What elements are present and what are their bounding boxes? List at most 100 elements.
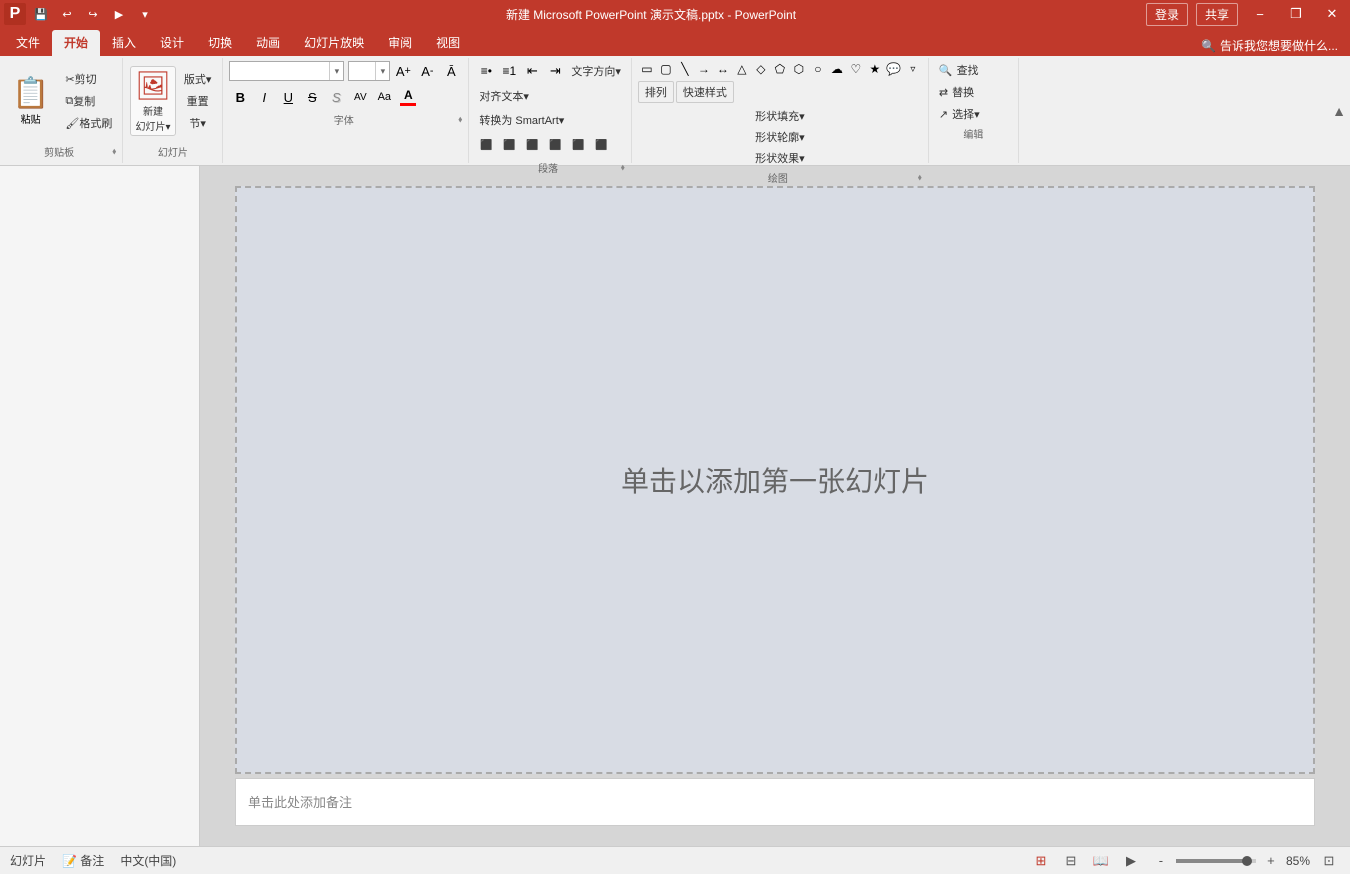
- tab-insert[interactable]: 插入: [100, 30, 148, 56]
- font-size-input[interactable]: [349, 65, 375, 77]
- drawing-expand[interactable]: ⬧: [918, 172, 922, 183]
- find-button[interactable]: 🔍 查找: [935, 60, 983, 80]
- select-button[interactable]: ↗ 选择▾: [935, 104, 984, 124]
- slide-notes-button[interactable]: 📝 备注: [62, 852, 104, 869]
- justify-button[interactable]: ⬛: [544, 134, 566, 156]
- collapse-ribbon-button[interactable]: ▲: [1332, 103, 1346, 119]
- text-shadow-button[interactable]: S: [325, 86, 347, 108]
- rect-shape[interactable]: ▭: [638, 60, 656, 78]
- clipboard-expand[interactable]: ⬧: [112, 146, 116, 157]
- tab-transitions[interactable]: 切换: [196, 30, 244, 56]
- cut-button[interactable]: ✂ 剪切: [61, 69, 100, 89]
- save-quick-btn[interactable]: 💾: [30, 3, 52, 25]
- tab-view[interactable]: 视图: [424, 30, 472, 56]
- zoom-in-button[interactable]: +: [1260, 850, 1282, 872]
- fit-window-button[interactable]: ⊡: [1318, 850, 1340, 872]
- bold-button[interactable]: B: [229, 86, 251, 108]
- underline-button[interactable]: U: [277, 86, 299, 108]
- callout-shape[interactable]: 💬: [885, 60, 903, 78]
- arrange-button[interactable]: 排列: [638, 81, 674, 103]
- shape-effects-button[interactable]: 形状效果▾: [638, 148, 922, 168]
- slide-sorter-button[interactable]: ⊟: [1060, 850, 1082, 872]
- share-button[interactable]: 共享: [1196, 3, 1238, 26]
- change-case-button[interactable]: Aa: [373, 86, 395, 108]
- triangle-shape[interactable]: △: [733, 60, 751, 78]
- restore-button[interactable]: ❒: [1282, 4, 1310, 24]
- star-shape[interactable]: ★: [866, 60, 884, 78]
- paste-button[interactable]: 📋 粘贴: [6, 74, 55, 128]
- clear-format-button[interactable]: Ā: [440, 60, 462, 82]
- tab-file[interactable]: 文件: [4, 30, 52, 56]
- decrease-font-size-button[interactable]: A-: [416, 60, 438, 82]
- font-size-dropdown-arrow[interactable]: ▾: [375, 62, 389, 80]
- para-expand[interactable]: ⬧: [621, 162, 625, 173]
- font-size-selector[interactable]: ▾: [348, 61, 390, 81]
- slideshow-button[interactable]: ▶: [1120, 850, 1142, 872]
- oval-shape[interactable]: ○: [809, 60, 827, 78]
- font-name-dropdown-arrow[interactable]: ▾: [329, 62, 343, 80]
- font-name-input[interactable]: [230, 65, 329, 77]
- quick-styles-button[interactable]: 快速样式: [676, 81, 734, 103]
- line-shape[interactable]: ╲: [676, 60, 694, 78]
- font-color-button[interactable]: A: [397, 86, 419, 108]
- login-button[interactable]: 登录: [1146, 3, 1188, 26]
- text-direction-button[interactable]: 文字方向▾: [567, 61, 625, 81]
- column-button[interactable]: ⬛: [567, 134, 589, 156]
- arrow-shape[interactable]: →: [695, 60, 713, 78]
- italic-button[interactable]: I: [253, 86, 275, 108]
- tab-animations[interactable]: 动画: [244, 30, 292, 56]
- heart-shape[interactable]: ♡: [847, 60, 865, 78]
- num-list-button[interactable]: ≡1: [498, 60, 520, 82]
- present-quick-btn[interactable]: ▶: [108, 3, 130, 25]
- slide-canvas[interactable]: 单击以添加第一张幻灯片: [235, 186, 1315, 774]
- section-button[interactable]: 节▾: [180, 113, 216, 133]
- new-slide-button[interactable]: 🖼 新建 幻灯片▾: [130, 66, 176, 136]
- font-name-selector[interactable]: ▾: [229, 61, 344, 81]
- rounded-rect-shape[interactable]: ▢: [657, 60, 675, 78]
- strikethrough-button[interactable]: S: [301, 86, 323, 108]
- font-expand[interactable]: ⬧: [458, 114, 462, 125]
- reset-button[interactable]: 重置: [180, 91, 216, 111]
- minimize-button[interactable]: −: [1246, 4, 1274, 24]
- close-button[interactable]: ✕: [1318, 4, 1346, 24]
- tab-review[interactable]: 审阅: [376, 30, 424, 56]
- convert-smartart-button[interactable]: 转换为 SmartArt▾: [475, 110, 568, 130]
- hexagon-shape[interactable]: ⬡: [790, 60, 808, 78]
- pentagon-shape[interactable]: ⬠: [771, 60, 789, 78]
- line-spacing-button[interactable]: ⬛: [590, 134, 612, 156]
- tab-slideshow[interactable]: 幻灯片放映: [292, 30, 376, 56]
- zoom-percent[interactable]: 85%: [1286, 854, 1310, 868]
- increase-font-size-button[interactable]: A+: [392, 60, 414, 82]
- customize-quick-btn[interactable]: ▾: [134, 3, 156, 25]
- increase-indent-button[interactable]: ⇥: [544, 60, 566, 82]
- tab-design[interactable]: 设计: [148, 30, 196, 56]
- zoom-slider[interactable]: [1176, 859, 1256, 863]
- canvas-area[interactable]: 单击以添加第一张幻灯片 单击此处添加备注: [200, 166, 1350, 846]
- format-painter-button[interactable]: 🖌 格式刷: [61, 113, 116, 133]
- align-center-button[interactable]: ⬛: [498, 134, 520, 156]
- zoom-slider-thumb[interactable]: [1242, 856, 1252, 866]
- shape-fill-button[interactable]: 形状填充▾: [638, 106, 922, 126]
- bullet-list-button[interactable]: ≡•: [475, 60, 497, 82]
- copy-button[interactable]: ⧉ 复制: [61, 91, 99, 111]
- char-spacing-button[interactable]: AV: [349, 86, 371, 108]
- align-text-button[interactable]: 对齐文本▾: [475, 86, 533, 106]
- redo-quick-btn[interactable]: ↪: [82, 3, 104, 25]
- decrease-indent-button[interactable]: ⇤: [521, 60, 543, 82]
- layout-button[interactable]: 版式▾: [180, 69, 216, 89]
- tab-home[interactable]: 开始: [52, 30, 100, 56]
- double-arrow-shape[interactable]: ↔: [714, 60, 732, 78]
- cloud-shape[interactable]: ☁: [828, 60, 846, 78]
- zoom-out-button[interactable]: -: [1150, 850, 1172, 872]
- undo-quick-btn[interactable]: ↩: [56, 3, 78, 25]
- align-right-button[interactable]: ⬛: [521, 134, 543, 156]
- notes-area[interactable]: 单击此处添加备注: [235, 778, 1315, 826]
- replace-button[interactable]: ⇄ 替换: [935, 82, 978, 102]
- more-shapes[interactable]: ▿: [904, 60, 922, 78]
- ribbon-search[interactable]: 🔍 告诉我您想要做什么...: [1193, 35, 1346, 56]
- app-icon[interactable]: P: [4, 3, 26, 25]
- shape-outline-button[interactable]: 形状轮廓▾: [638, 127, 922, 147]
- align-left-button[interactable]: ⬛: [475, 134, 497, 156]
- diamond-shape[interactable]: ◇: [752, 60, 770, 78]
- normal-view-button[interactable]: ⊞: [1030, 850, 1052, 872]
